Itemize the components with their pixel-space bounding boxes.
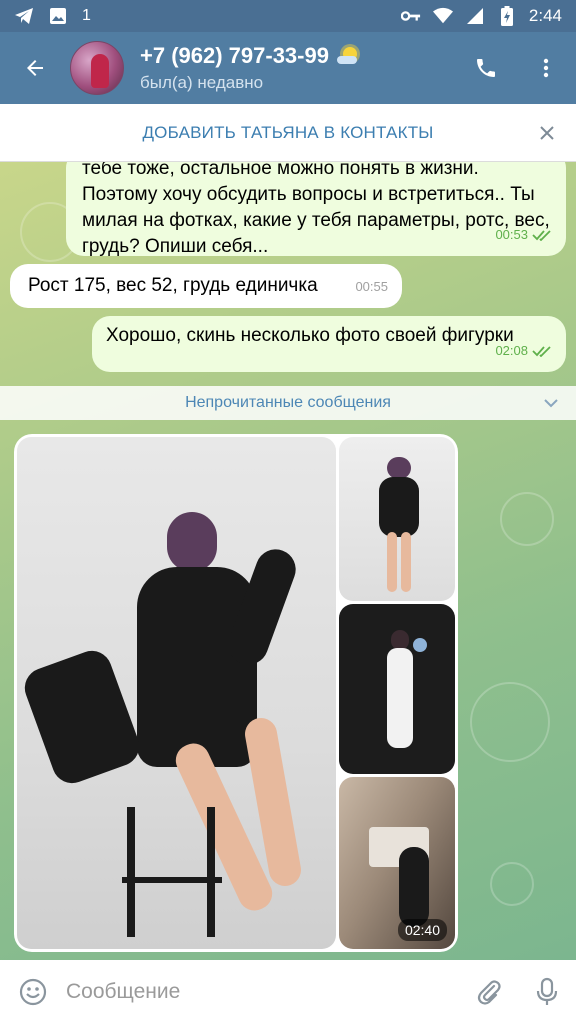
voice-record-button[interactable]: [518, 960, 576, 1024]
last-seen-status: был(а) недавно: [140, 73, 264, 92]
back-button[interactable]: [0, 32, 70, 104]
background-doodle: [470, 682, 550, 762]
more-vert-icon: [543, 58, 549, 78]
attach-button[interactable]: [460, 960, 518, 1024]
photo-album-message: 02:40: [14, 434, 458, 952]
emoji-icon: [19, 978, 47, 1006]
photo-thumbnail[interactable]: [339, 604, 455, 774]
double-check-icon: [532, 230, 551, 241]
add-contact-bar: ДОБАВИТЬ ТАТЬЯНА В КОНТАКТЫ: [0, 104, 576, 162]
contact-name: +7 (962) 797-33-99: [140, 43, 329, 68]
message-time: 00:53: [495, 227, 528, 242]
message-time: 02:08: [495, 343, 528, 358]
message-text: Рост 175, вес 52, грудь единичка: [28, 275, 318, 296]
message-meta: 02:08: [495, 338, 552, 364]
avatar[interactable]: [70, 41, 124, 95]
photo-thumbnail[interactable]: [339, 437, 455, 601]
chevron-down-icon[interactable]: [542, 394, 560, 412]
message-composer: [0, 960, 576, 1024]
message-meta: 00:55: [355, 274, 388, 300]
message-bubble-outgoing[interactable]: Хорошо, скинь несколько фото своей фигур…: [92, 316, 566, 372]
clock: 2:44: [528, 6, 562, 25]
microphone-icon: [536, 977, 558, 1005]
battery-icon: [497, 6, 517, 26]
background-doodle: [500, 492, 554, 546]
message-meta: 00:53: [495, 222, 552, 248]
back-arrow-icon: [27, 60, 43, 76]
wifi-icon: [432, 6, 453, 26]
close-icon: [540, 126, 554, 140]
telegram-icon: [14, 6, 34, 26]
chat-title[interactable]: +7 (962) 797-33-99 был(а) недавно: [140, 43, 363, 93]
notification-count: 1: [82, 7, 91, 24]
paperclip-icon: [477, 980, 501, 1005]
message-bubble-incoming[interactable]: Рост 175, вес 52, грудь единичка 00:55: [10, 264, 402, 308]
double-check-icon: [532, 346, 551, 357]
background-doodle: [490, 862, 534, 906]
message-text: тебе тоже, остальное можно понять в жизн…: [82, 162, 550, 257]
message-time: 00:55: [355, 279, 388, 294]
chat-header: +7 (962) 797-33-99 был(а) недавно: [0, 32, 576, 104]
emoji-button[interactable]: [0, 960, 66, 1024]
call-button[interactable]: [456, 32, 516, 104]
video-duration: 02:40: [397, 919, 447, 941]
message-list[interactable]: тебе тоже, остальное можно понять в жизн…: [0, 162, 576, 960]
close-add-contact-button[interactable]: [532, 118, 562, 148]
more-options-button[interactable]: [516, 32, 576, 104]
message-text: Хорошо, скинь несколько фото своей фигур…: [106, 325, 514, 346]
message-input[interactable]: [66, 980, 460, 1004]
add-contact-button[interactable]: ДОБАВИТЬ ТАТЬЯНА В КОНТАКТЫ: [142, 123, 433, 143]
image-icon: [48, 6, 68, 26]
unread-divider-label: Непрочитанные сообщения: [185, 394, 391, 411]
message-bubble-outgoing[interactable]: тебе тоже, остальное можно понять в жизн…: [66, 162, 566, 257]
phone-icon: [477, 59, 495, 77]
unread-messages-divider: Непрочитанные сообщения: [0, 386, 576, 420]
weather-emoji-icon: [335, 45, 363, 67]
signal-icon: [465, 6, 485, 26]
photo-thumbnail[interactable]: [17, 437, 336, 949]
status-bar: 1 2:44: [0, 0, 576, 32]
key-icon: [400, 6, 421, 26]
video-thumbnail[interactable]: 02:40: [339, 777, 455, 949]
